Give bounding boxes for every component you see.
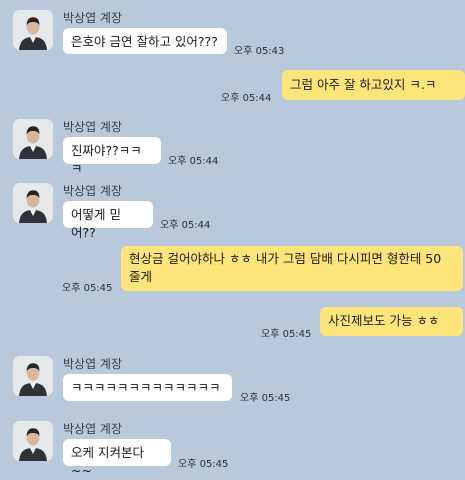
message-bubble-outgoing[interactable]: 현상금 걸어야하나 ㅎㅎ 내가 그럼 담배 다시피면 형한테 50 줄게 — [121, 246, 463, 291]
sender-name: 박상엽 계장 — [63, 11, 123, 25]
sender-name: 박상엽 계장 — [63, 357, 123, 371]
message-time: 오후 05:44 — [221, 93, 272, 104]
message-time: 오후 05:45 — [261, 329, 312, 340]
chat-view: 박상엽 계장 은호야 금연 잘하고 있어??? 오후 05:43 그럼 아주 잘… — [0, 0, 465, 478]
message-bubble-incoming[interactable]: 은호야 금연 잘하고 있어??? — [63, 28, 227, 54]
message-time: 오후 05:43 — [234, 46, 285, 57]
message-time: 오후 05:44 — [160, 220, 211, 231]
message-bubble-outgoing[interactable]: 그럼 아주 잘 하고있지 ㅋ.ㅋ — [282, 70, 465, 100]
person-icon — [13, 356, 53, 396]
message-bubble-incoming[interactable]: ㅋㅋㅋㅋㅋㅋㅋㅋㅋㅋㅋㅋㅋ — [63, 374, 232, 401]
message-time: 오후 05:44 — [168, 156, 219, 167]
message-bubble-outgoing[interactable]: 사진제보도 가능 ㅎㅎ — [320, 307, 463, 336]
sender-name: 박상엽 계장 — [63, 184, 123, 198]
message-time: 오후 05:45 — [240, 393, 291, 404]
person-icon — [13, 119, 53, 159]
message-time: 오후 05:45 — [62, 283, 113, 294]
sender-avatar[interactable] — [13, 356, 53, 396]
sender-avatar[interactable] — [13, 119, 53, 159]
sender-name: 박상엽 계장 — [63, 120, 123, 134]
sender-name: 박상엽 계장 — [63, 422, 123, 436]
sender-avatar[interactable] — [13, 421, 53, 461]
sender-avatar[interactable] — [13, 10, 53, 50]
sender-avatar[interactable] — [13, 183, 53, 223]
message-bubble-incoming[interactable]: 진짜야??ㅋㅋㅋ — [63, 137, 161, 176]
message-bubble-incoming[interactable]: 오케 지켜본다~~ — [63, 439, 171, 478]
message-bubble-incoming[interactable]: 어떻게 믿어?? — [63, 201, 153, 240]
person-icon — [13, 421, 53, 461]
person-icon — [13, 183, 53, 223]
person-icon — [13, 10, 53, 50]
